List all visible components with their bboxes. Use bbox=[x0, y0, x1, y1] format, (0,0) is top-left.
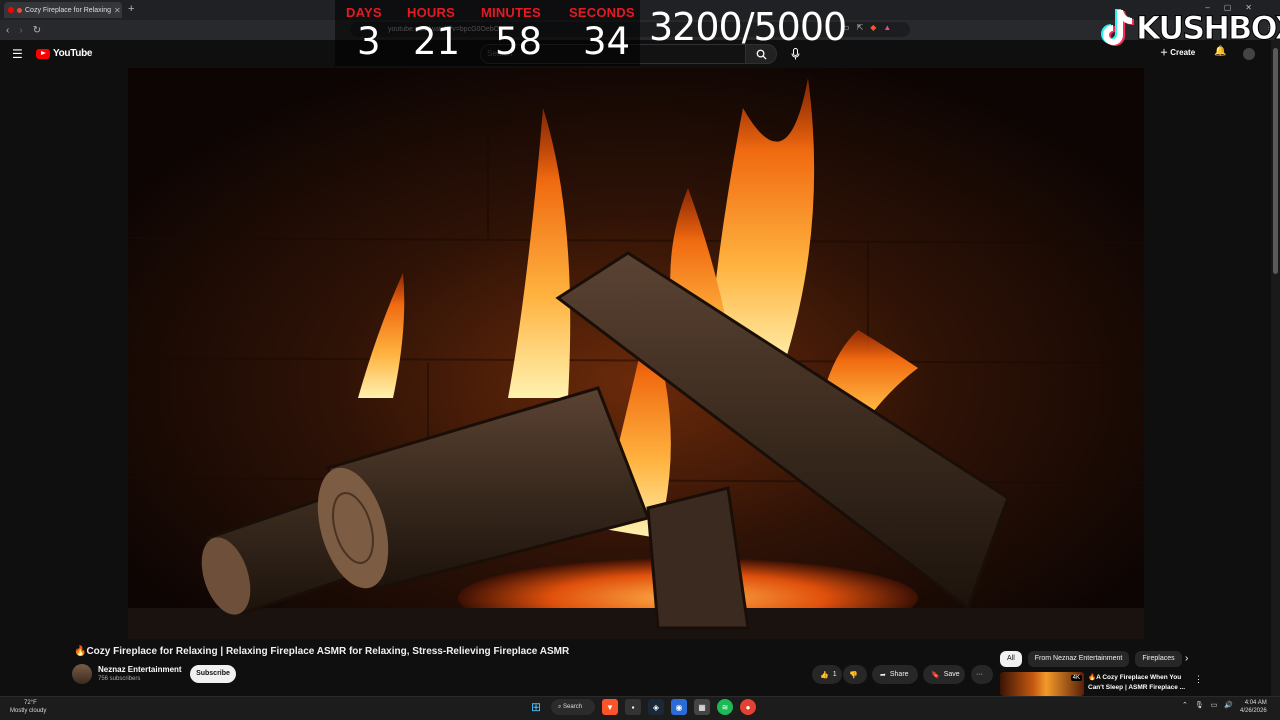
youtube-favicon-icon bbox=[8, 7, 14, 13]
brave-browser-icon[interactable]: ▼ bbox=[602, 699, 618, 715]
microphone-icon bbox=[791, 48, 799, 60]
kushbox-overlay: KUSHBOX bbox=[1098, 6, 1280, 50]
subscriber-count: 756 subscribers bbox=[98, 676, 141, 682]
channel-name[interactable]: Neznaz Entertainment bbox=[98, 665, 182, 674]
taskbar-search[interactable]: ⌕ Search bbox=[551, 699, 595, 715]
like-count: 1 bbox=[832, 671, 837, 678]
dislike-button[interactable]: 👎 bbox=[843, 665, 867, 684]
days-value: 3 bbox=[357, 20, 381, 63]
reload-icon[interactable]: ↻ bbox=[33, 25, 41, 36]
audio-icon bbox=[17, 7, 22, 13]
days-label: DAYS bbox=[346, 5, 382, 20]
minutes-value: 58 bbox=[495, 20, 543, 63]
forward-icon[interactable]: › bbox=[19, 25, 22, 36]
close-tab-icon[interactable]: ✕ bbox=[114, 6, 121, 15]
fireplace-video-frame bbox=[128, 68, 1144, 639]
clock-date: 4/26/2026 bbox=[1240, 708, 1267, 714]
tab-title: Cozy Fireplace for Relaxing bbox=[25, 6, 111, 14]
taskbar-apps: ⊞ ⌕ Search ▼ ▪ ◈ ◉ ▦ ≋ ● bbox=[528, 699, 756, 715]
save-button[interactable]: 🔖 Save bbox=[923, 665, 965, 684]
clock-time: 4:04 AM bbox=[1244, 700, 1267, 706]
bookmark-icon: 🔖 bbox=[931, 671, 940, 679]
weather-desc: Mostly cloudy bbox=[10, 708, 47, 714]
seconds-value: 34 bbox=[583, 20, 631, 63]
browser-tab[interactable]: Cozy Fireplace for Relaxing ✕ bbox=[4, 2, 122, 18]
steam-icon[interactable]: ◈ bbox=[648, 699, 664, 715]
share-button[interactable]: ➦ Share bbox=[872, 665, 918, 684]
search-icon bbox=[756, 49, 767, 60]
minutes-label: MINUTES bbox=[481, 5, 541, 20]
tiktok-logo-icon bbox=[1101, 9, 1134, 46]
like-button[interactable]: 👍 1 bbox=[812, 665, 842, 684]
chevron-right-icon[interactable]: › bbox=[1185, 653, 1188, 664]
network-icon[interactable]: ▭ bbox=[1211, 701, 1218, 709]
taskbar-clock[interactable]: 4:04 AM 4/26/2026 bbox=[1240, 699, 1267, 715]
channel-avatar[interactable] bbox=[72, 664, 92, 684]
page-scrollbar[interactable] bbox=[1271, 40, 1280, 696]
related-filter-chips: All From Neznaz Entertainment Fireplaces bbox=[1000, 651, 1182, 667]
video-player[interactable] bbox=[128, 68, 1144, 639]
new-tab-button[interactable]: + bbox=[128, 3, 134, 15]
quality-badge: 4K bbox=[1070, 675, 1082, 681]
youtube-logo[interactable]: YouTube bbox=[36, 48, 93, 59]
share-label: Share bbox=[889, 671, 909, 678]
chip-from-channel[interactable]: From Neznaz Entertainment bbox=[1027, 651, 1130, 667]
hours-label: HOURS bbox=[407, 5, 455, 20]
countdown-overlay: DAYS 3 HOURS 21 MINUTES 58 SECONDS 34 bbox=[335, 0, 640, 66]
recommended-title[interactable]: 🔥A Cozy Fireplace When You Can't Sleep |… bbox=[1088, 673, 1188, 693]
scrollbar-thumb[interactable] bbox=[1273, 48, 1278, 274]
terminal-icon[interactable]: ▪ bbox=[625, 699, 641, 715]
youtube-logo-text: YouTube bbox=[53, 48, 93, 59]
back-icon[interactable]: ‹ bbox=[6, 25, 9, 36]
windows-start-icon[interactable]: ⊞ bbox=[528, 699, 544, 715]
thumbs-down-icon: 👎 bbox=[849, 671, 858, 679]
kushbox-brand: KUSHBOX bbox=[1135, 9, 1280, 48]
recommended-more-icon[interactable]: ⋮ bbox=[1194, 674, 1203, 685]
spotify-icon[interactable]: ≋ bbox=[717, 699, 733, 715]
tray-mic-icon[interactable]: 🎙 bbox=[1195, 701, 1204, 709]
video-title: 🔥Cozy Fireplace for Relaxing | Relaxing … bbox=[74, 646, 570, 657]
follower-goal: 3200/5000 bbox=[649, 5, 847, 49]
weather-widget[interactable]: 72°F Mostly cloudy bbox=[10, 699, 46, 715]
save-label: Save bbox=[943, 671, 960, 678]
calculator-icon[interactable]: ▦ bbox=[694, 699, 710, 715]
youtube-play-icon bbox=[36, 48, 50, 59]
volume-icon[interactable]: 🔊 bbox=[1224, 701, 1233, 709]
share-page-icon[interactable]: ⇱ bbox=[857, 23, 864, 32]
rewards-icon[interactable]: ▲ bbox=[883, 23, 891, 32]
recommended-thumbnail[interactable]: 4K bbox=[1000, 672, 1084, 696]
guide-menu-icon[interactable]: ☰ bbox=[12, 47, 23, 61]
chip-fireplaces[interactable]: Fireplaces bbox=[1135, 651, 1182, 667]
brave-shield-icon[interactable]: ◆ bbox=[870, 23, 876, 32]
thumbs-up-icon: 👍 bbox=[820, 671, 829, 679]
app-icon[interactable]: ◉ bbox=[671, 699, 687, 715]
chrome-icon[interactable]: ● bbox=[740, 699, 756, 715]
more-actions-button[interactable]: ··· bbox=[971, 665, 993, 684]
tray-overflow-icon[interactable]: ⌃ bbox=[1182, 701, 1188, 709]
hours-value: 21 bbox=[413, 20, 461, 63]
chip-all[interactable]: All bbox=[1000, 651, 1022, 667]
seconds-label: SECONDS bbox=[569, 5, 635, 20]
weather-temp: 72°F bbox=[24, 700, 37, 706]
subscribe-button[interactable]: Subscribe bbox=[190, 665, 236, 683]
system-tray: ⌃ 🎙 ▭ 🔊 bbox=[1182, 701, 1233, 709]
share-arrow-icon: ➦ bbox=[880, 671, 886, 679]
browser-tabstrip bbox=[0, 0, 1280, 20]
extensions-bar: ▭ ⇱ ◆ ▲ bbox=[842, 23, 891, 32]
